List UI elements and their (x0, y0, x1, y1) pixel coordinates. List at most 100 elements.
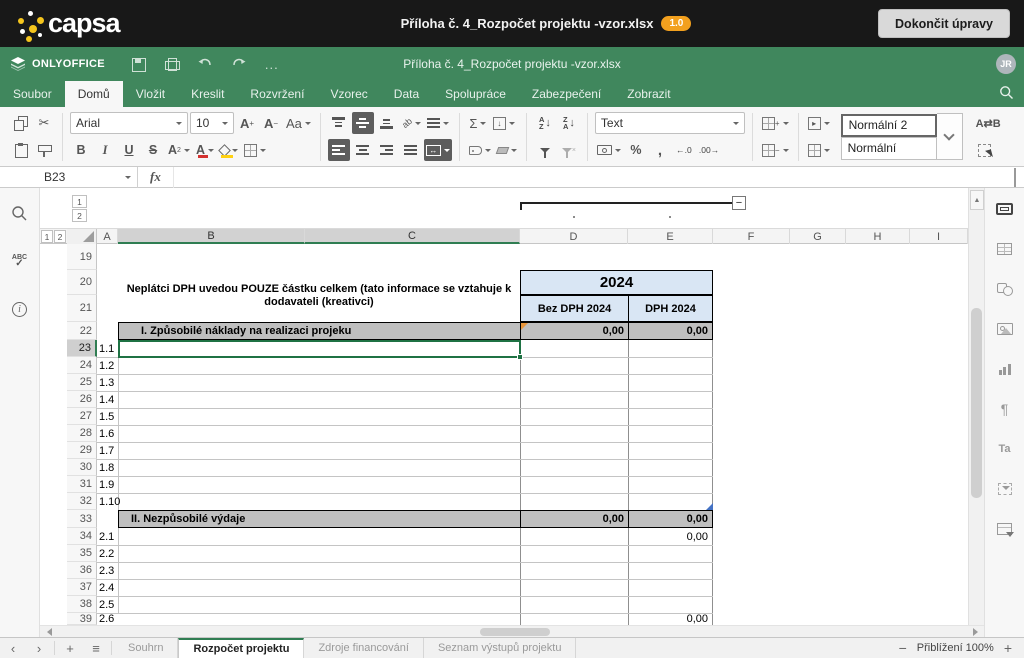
table-settings-icon[interactable] (995, 240, 1015, 258)
row-header-21[interactable]: 21 (67, 295, 97, 322)
cell-section2-label[interactable]: II. Nezpůsobilé výdaje (118, 510, 521, 528)
filter-button[interactable] (534, 139, 556, 161)
cell-a31[interactable]: 1.9 (99, 476, 143, 493)
justify-button[interactable] (400, 139, 422, 161)
sheet-list-button[interactable]: ≡ (83, 638, 109, 658)
zoom-out-button[interactable]: − (899, 640, 907, 656)
italic-button[interactable]: I (94, 139, 116, 161)
save-icon[interactable] (131, 57, 146, 71)
user-avatar[interactable]: JR (996, 54, 1016, 74)
find-replace-button[interactable]: A⇄B (974, 112, 1003, 134)
shape-settings-icon[interactable] (995, 280, 1015, 298)
cell-a25[interactable]: 1.3 (99, 374, 143, 391)
textart-settings-icon[interactable]: Ta (995, 440, 1015, 458)
row-header-39[interactable]: 39 (67, 613, 97, 625)
vertical-scrollbar[interactable]: ▲ (968, 188, 984, 625)
row-header-26[interactable]: 26 (67, 391, 97, 408)
cell-e39[interactable]: 0,00 (628, 613, 712, 625)
named-ranges-button[interactable] (467, 139, 493, 161)
bold-button[interactable]: B (70, 139, 92, 161)
cell-a27[interactable]: 1.5 (99, 408, 143, 425)
zoom-level-label[interactable]: Přiblížení 100% (917, 642, 994, 654)
fill-down-button[interactable]: ↓ (491, 112, 517, 134)
conditional-formatting-button[interactable]: ▸ (806, 112, 832, 134)
sheet-tab-zdroje-financovani[interactable]: Zdroje financování (304, 638, 424, 658)
valign-bottom-button[interactable] (376, 112, 398, 134)
row-header-37[interactable]: 37 (67, 579, 97, 596)
cell-style-normalni[interactable]: Normální (841, 137, 937, 160)
row-header-33[interactable]: 33 (67, 510, 97, 528)
row-header-19[interactable]: 19 (67, 244, 97, 270)
pivot-table-settings-icon[interactable] (995, 520, 1015, 538)
delete-cells-button[interactable]: − (760, 139, 791, 161)
active-cell-selection[interactable] (118, 340, 521, 358)
copy-button[interactable] (9, 112, 31, 134)
format-as-table-button[interactable] (806, 139, 832, 161)
select-all-corner[interactable] (67, 229, 97, 244)
cell-style-normalni-2[interactable]: Normální 2 (841, 114, 937, 137)
select-all-button[interactable] (974, 139, 996, 161)
row-header-32[interactable]: 32 (67, 493, 97, 510)
row-header-27[interactable]: 27 (67, 408, 97, 425)
row-header-24[interactable]: 24 (67, 357, 97, 374)
cell-name-box[interactable]: B23 (38, 167, 138, 188)
increase-decimal-button[interactable]: .00→ (697, 139, 721, 161)
valign-middle-button[interactable] (352, 112, 374, 134)
print-icon[interactable] (164, 57, 179, 71)
tab-zobrazit[interactable]: Zobrazit (614, 81, 683, 107)
row-header-22[interactable]: 22 (67, 322, 97, 340)
chart-settings-icon[interactable] (995, 360, 1015, 378)
zoom-in-button[interactable]: + (1004, 640, 1012, 656)
column-outline-level-2-button[interactable]: 2 (72, 209, 87, 222)
strikethrough-button[interactable]: S (142, 139, 164, 161)
next-sheet-button[interactable]: › (26, 638, 52, 658)
sheet-tab-souhrn[interactable]: Souhrn (114, 638, 178, 658)
insert-function-button[interactable]: fx (138, 167, 174, 188)
prev-sheet-button[interactable]: ‹ (0, 638, 26, 658)
cell-a39[interactable]: 2.6 (99, 613, 143, 625)
fill-color-button[interactable] (218, 139, 240, 161)
row-header-35[interactable]: 35 (67, 545, 97, 562)
row-header-36[interactable]: 36 (67, 562, 97, 579)
column-header-b[interactable]: B (118, 229, 305, 244)
cell-a32[interactable]: 1.10 (99, 493, 143, 510)
text-orientation-button[interactable]: ab (400, 112, 423, 134)
cut-button[interactable]: ✂ (33, 112, 55, 134)
cell-section1-dph[interactable]: 0,00 (628, 322, 713, 340)
cell-a35[interactable]: 2.2 (99, 545, 143, 562)
percent-style-button[interactable]: % (625, 139, 647, 161)
cell-a37[interactable]: 2.4 (99, 579, 143, 596)
about-info-icon[interactable]: i (9, 298, 31, 320)
row-header-29[interactable]: 29 (67, 442, 97, 459)
column-header-g[interactable]: G (790, 229, 846, 244)
search-icon[interactable] (999, 85, 1014, 105)
cell-a38[interactable]: 2.5 (99, 596, 143, 613)
column-header-e[interactable]: E (628, 229, 713, 244)
column-header-c[interactable]: C (305, 229, 520, 244)
cell-a24[interactable]: 1.2 (99, 357, 143, 374)
row-header-20[interactable]: 20 (67, 270, 97, 295)
number-format-select[interactable]: Text (595, 112, 745, 134)
column-header-f[interactable]: F (713, 229, 790, 244)
cell-section1-bez-dph[interactable]: 0,00 (520, 322, 629, 340)
cell-a26[interactable]: 1.4 (99, 391, 143, 408)
borders-button[interactable] (242, 139, 268, 161)
collapse-group-button[interactable]: − (732, 196, 746, 210)
scroll-up-button[interactable]: ▲ (970, 190, 984, 210)
find-panel-icon[interactable] (9, 202, 31, 224)
comma-style-button[interactable]: , (649, 139, 671, 161)
cell-a34[interactable]: 2.1 (99, 528, 143, 545)
image-settings-icon[interactable] (995, 320, 1015, 338)
row-header-25[interactable]: 25 (67, 374, 97, 391)
align-left-button[interactable] (328, 139, 350, 161)
cell-a28[interactable]: 1.6 (99, 425, 143, 442)
tab-vlozit[interactable]: Vložit (123, 81, 178, 107)
scroll-left-button[interactable] (42, 627, 56, 637)
spellcheck-icon[interactable]: ABC✓ (9, 250, 31, 272)
format-painter-button[interactable] (33, 139, 55, 161)
tab-data[interactable]: Data (381, 81, 432, 107)
paste-button[interactable] (9, 139, 31, 161)
font-size-select[interactable]: 10 (190, 112, 234, 134)
slicer-settings-icon[interactable] (995, 480, 1015, 498)
cell-a36[interactable]: 2.3 (99, 562, 143, 579)
